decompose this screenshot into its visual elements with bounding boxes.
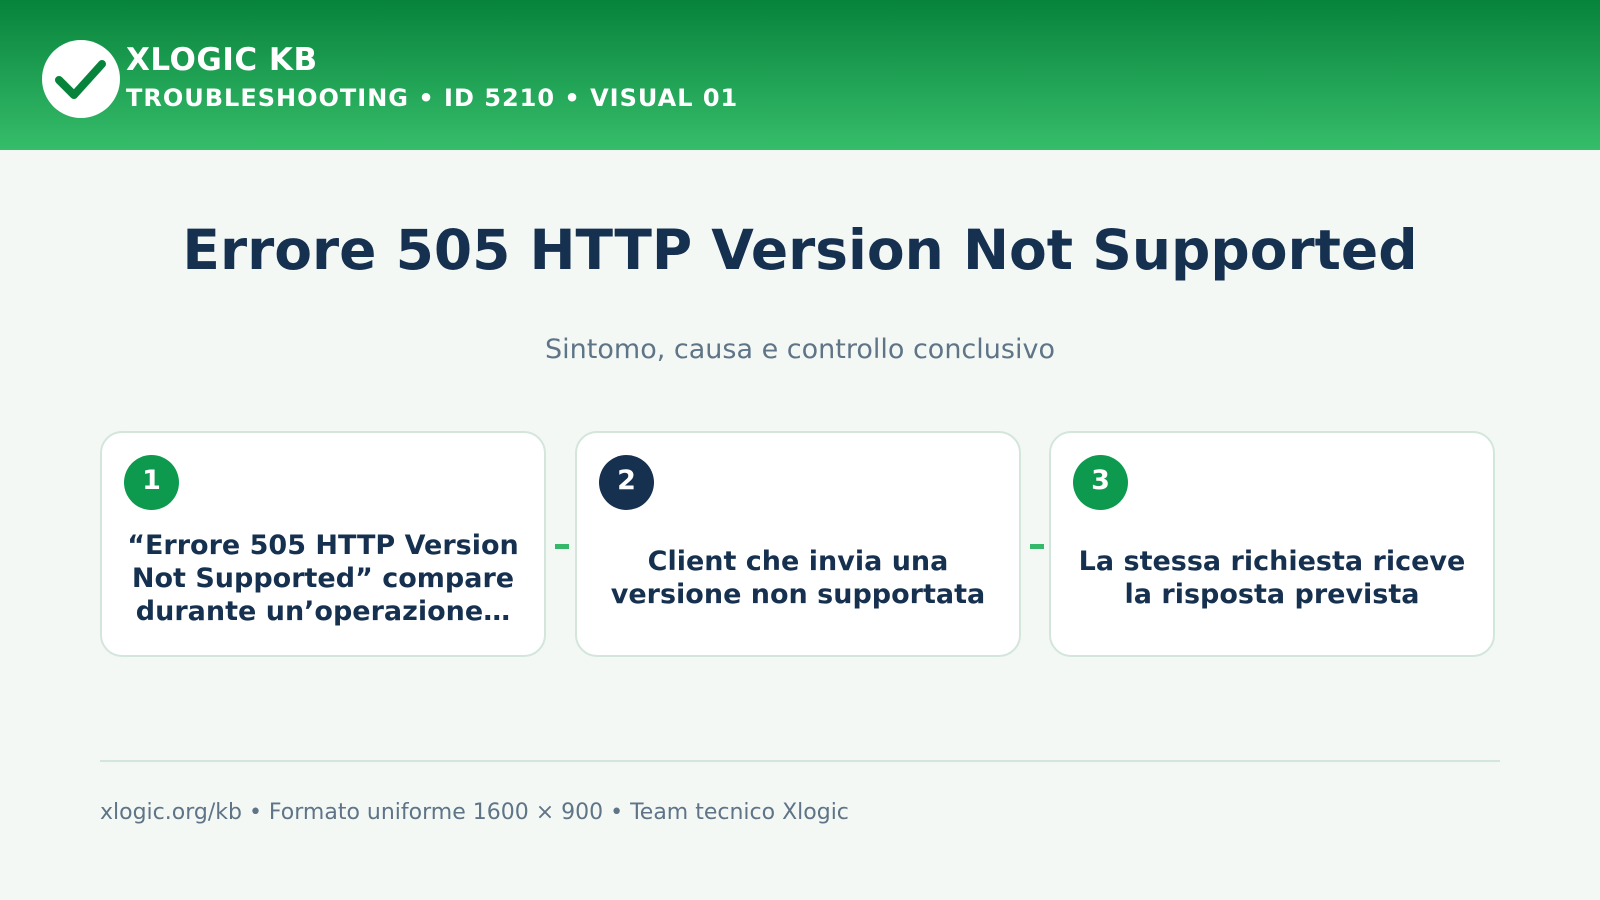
brand-subtitle: TROUBLESHOOTING • ID 5210 • VISUAL 01 xyxy=(126,84,739,112)
check-icon xyxy=(55,60,106,99)
page-title: Errore 505 HTTP Version Not Supported xyxy=(182,218,1418,282)
brand-name: XLOGIC KB xyxy=(126,42,318,78)
step-text: La stessa richiesta riceve la risposta p… xyxy=(1078,546,1466,610)
step-connector xyxy=(555,544,569,549)
step-text: “Errore 505 HTTP Version Not Supported” … xyxy=(127,529,519,627)
step-number-badge: 1 xyxy=(124,455,179,510)
page: XLOGIC KB TROUBLESHOOTING • ID 5210 • VI… xyxy=(0,0,1600,900)
header-banner: XLOGIC KB TROUBLESHOOTING • ID 5210 • VI… xyxy=(0,0,1600,150)
step-number-badge: 3 xyxy=(1073,455,1128,510)
step-card-3: 3 La stessa richiesta riceve la risposta… xyxy=(1049,431,1495,657)
step-card-1: 1 “Errore 505 HTTP Version Not Supported… xyxy=(100,431,546,657)
step-number-badge: 2 xyxy=(599,455,654,510)
step-card-2: 2 Client che invia una versione non supp… xyxy=(575,431,1021,657)
page-subtitle: Sintomo, causa e controllo conclusivo xyxy=(545,334,1055,365)
logo xyxy=(42,40,120,118)
footer-text: xlogic.org/kb • Formato uniforme 1600 × … xyxy=(100,800,849,825)
step-text: Client che invia una versione non suppor… xyxy=(610,546,986,610)
footer-divider xyxy=(100,760,1500,762)
step-connector xyxy=(1030,544,1044,549)
